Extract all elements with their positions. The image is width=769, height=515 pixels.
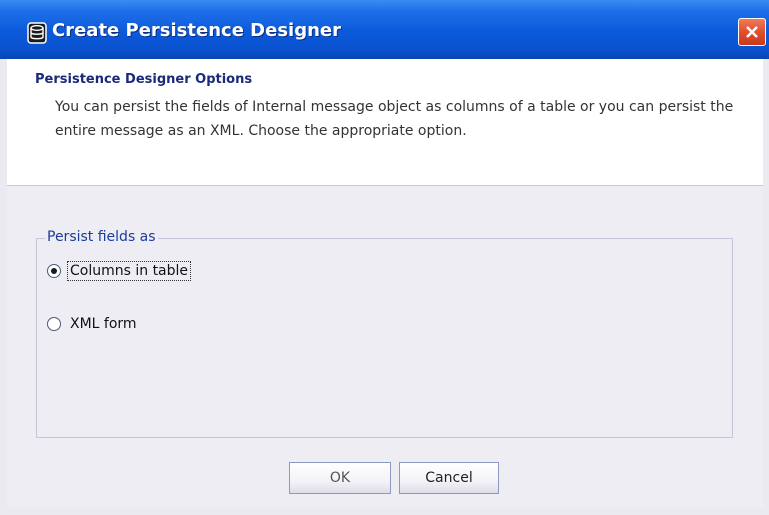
- radio-label-columns-in-table[interactable]: Columns in table: [66, 261, 192, 281]
- dialog-body: Persist fields as Columns in table XML f…: [7, 186, 763, 508]
- close-button[interactable]: [738, 18, 766, 46]
- groupbox-legend: Persist fields as: [45, 229, 158, 245]
- title-bar[interactable]: Create Persistence Designer: [0, 0, 769, 59]
- radio-button-selected[interactable]: [47, 264, 61, 278]
- radio-button-unselected[interactable]: [47, 317, 61, 331]
- radio-columns-in-table[interactable]: Columns in table: [47, 261, 192, 281]
- dialog-window: Create Persistence Designer Persistence …: [0, 0, 769, 515]
- cancel-button[interactable]: Cancel: [399, 462, 499, 494]
- radio-label-xml-form[interactable]: XML form: [68, 315, 139, 333]
- database-icon: [27, 22, 47, 44]
- window-title: Create Persistence Designer: [52, 20, 341, 41]
- header-description: You can persist the fields of Internal m…: [55, 99, 734, 139]
- dialog-header: Persistence Designer Options You can per…: [7, 59, 763, 186]
- header-title: Persistence Designer Options: [35, 72, 253, 87]
- radio-xml-form[interactable]: XML form: [47, 315, 139, 333]
- ok-button[interactable]: OK: [289, 462, 391, 494]
